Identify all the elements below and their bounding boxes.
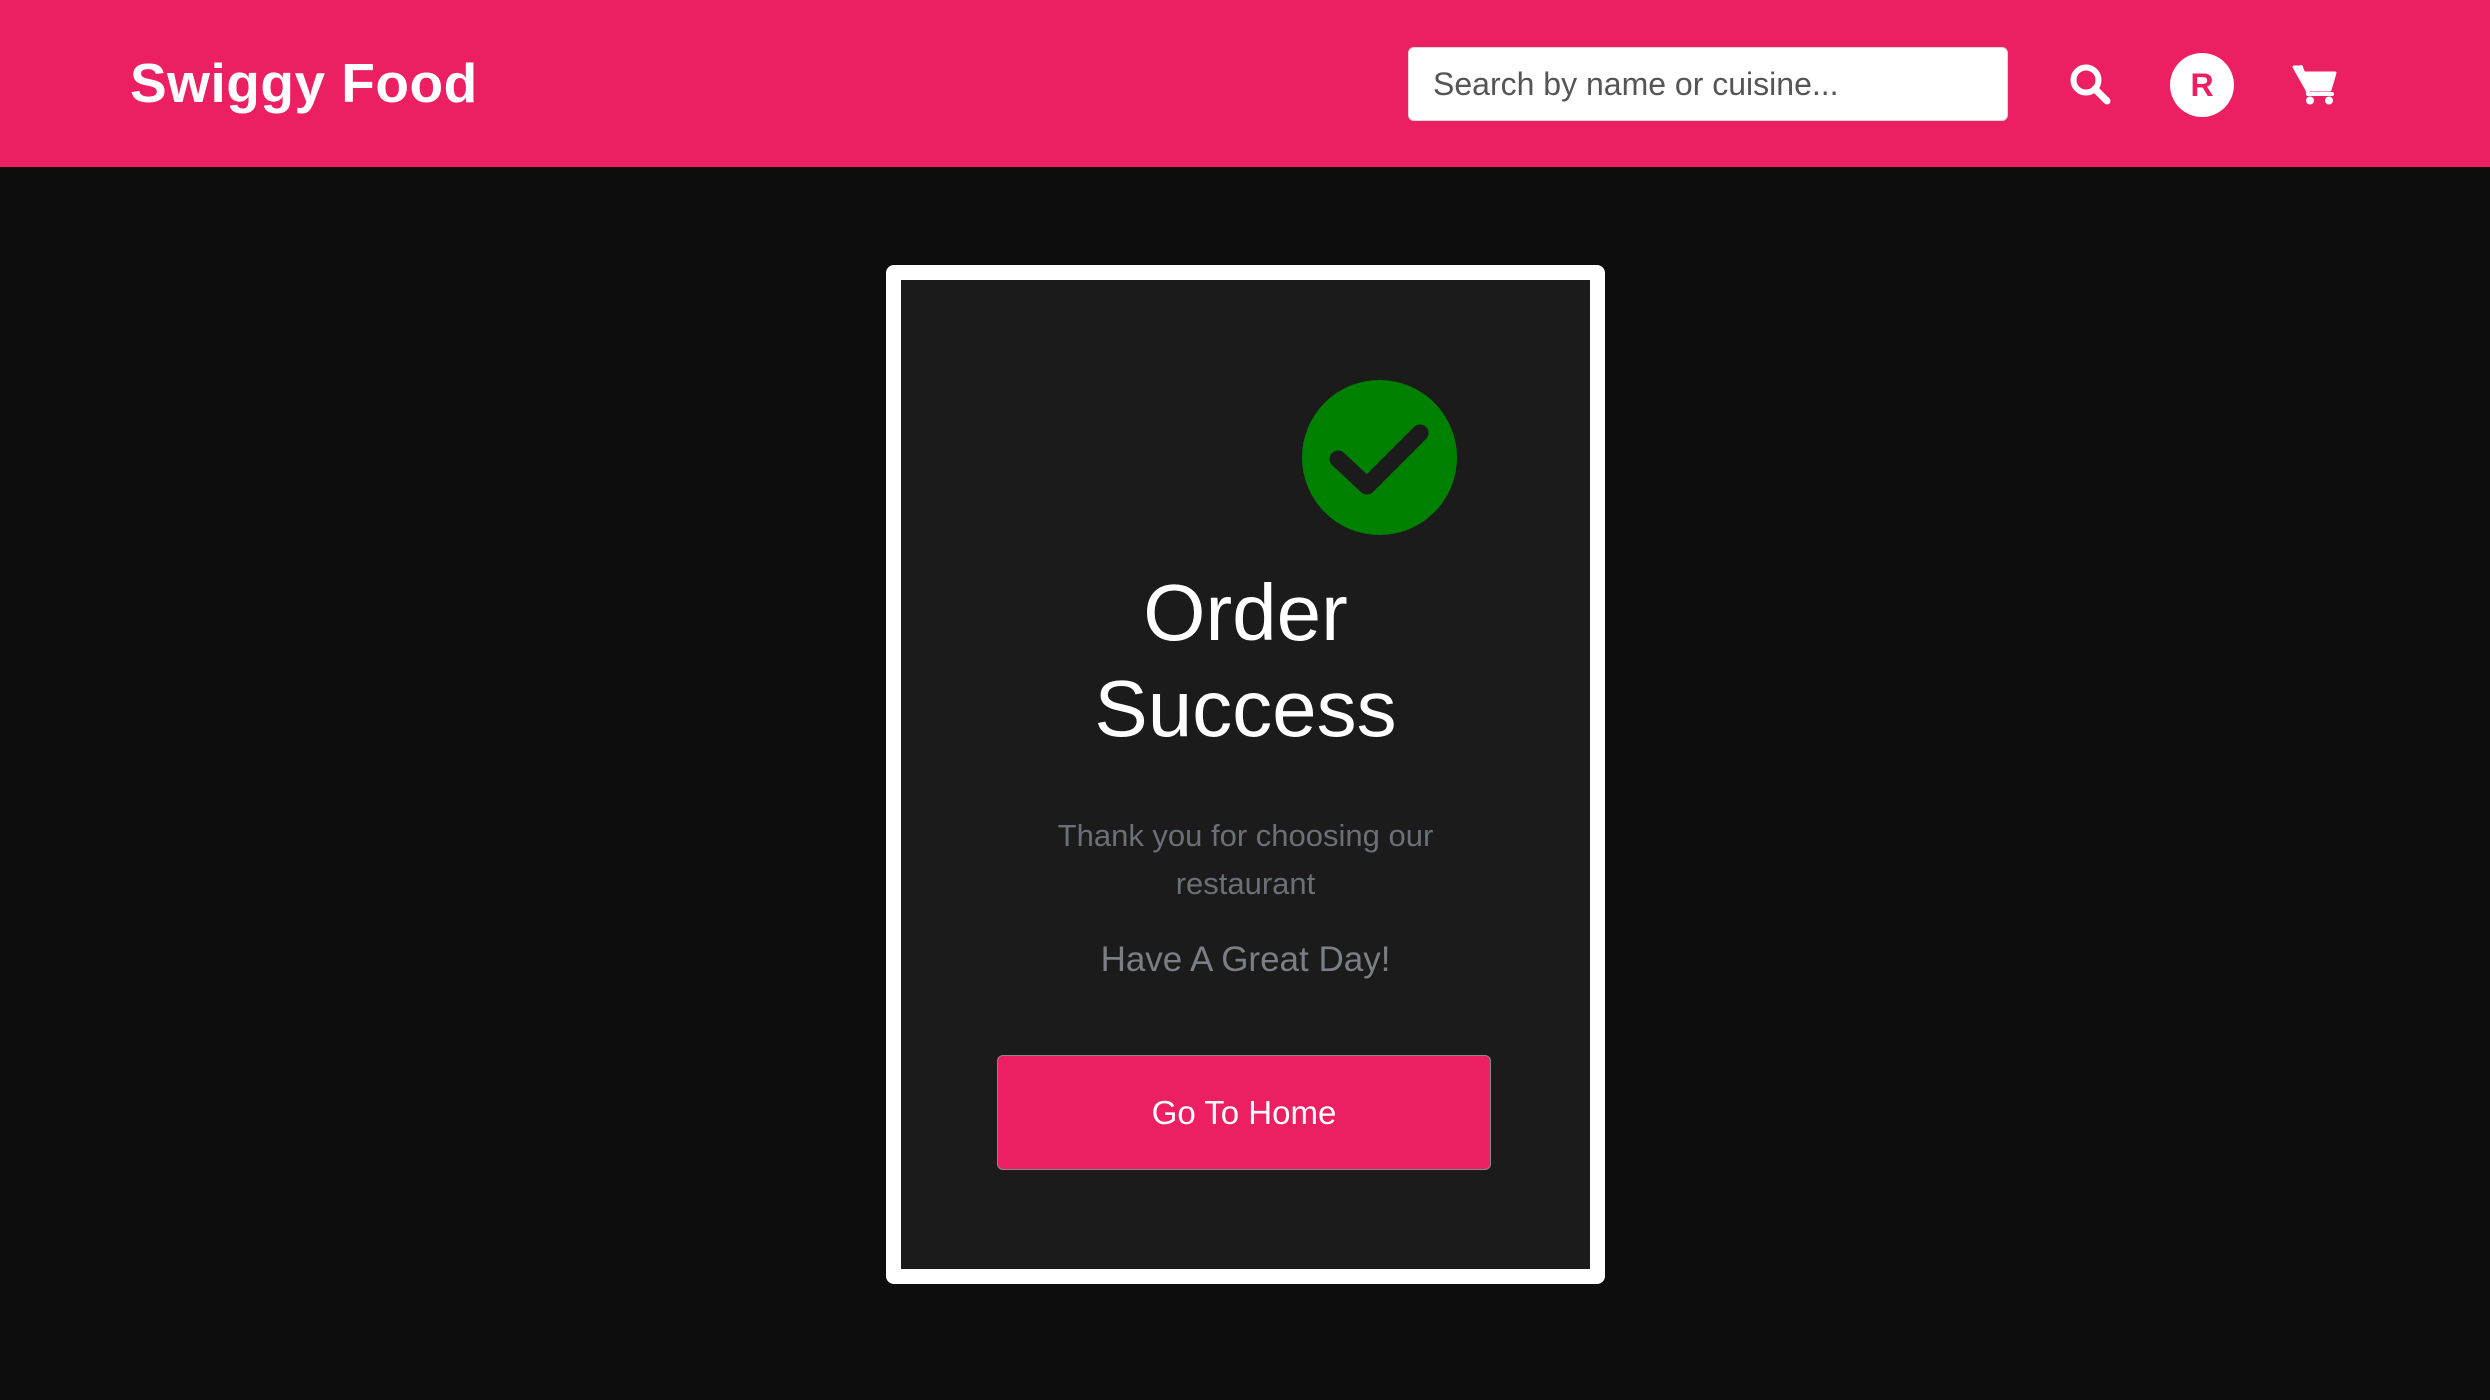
title-line-order: Order (1143, 568, 1348, 657)
go-to-home-button[interactable]: Go To Home (997, 1055, 1491, 1170)
title-line-success: Success (1094, 664, 1397, 753)
search-button[interactable] (2060, 54, 2120, 114)
navbar: Swiggy Food R (0, 0, 2490, 167)
thank-you-message: Thank you for choosing our restaurant (1057, 818, 1434, 901)
cart-button[interactable] (2285, 54, 2345, 114)
check-circle-icon (1302, 380, 1457, 535)
brand-logo[interactable]: Swiggy Food (130, 0, 478, 167)
search-icon (2070, 64, 2111, 105)
avatar-initial: R (2190, 66, 2214, 103)
greeting-message: Have A Great Day! (1100, 940, 1391, 979)
page-title: Order Success (901, 565, 1590, 757)
user-avatar[interactable]: R (2170, 53, 2234, 117)
search-input[interactable] (1408, 47, 2008, 121)
cart-icon (2292, 65, 2337, 105)
order-success-card: Order Success Thank you for choosing our… (886, 265, 1605, 1284)
order-success-card-body: Order Success Thank you for choosing our… (901, 280, 1590, 1269)
